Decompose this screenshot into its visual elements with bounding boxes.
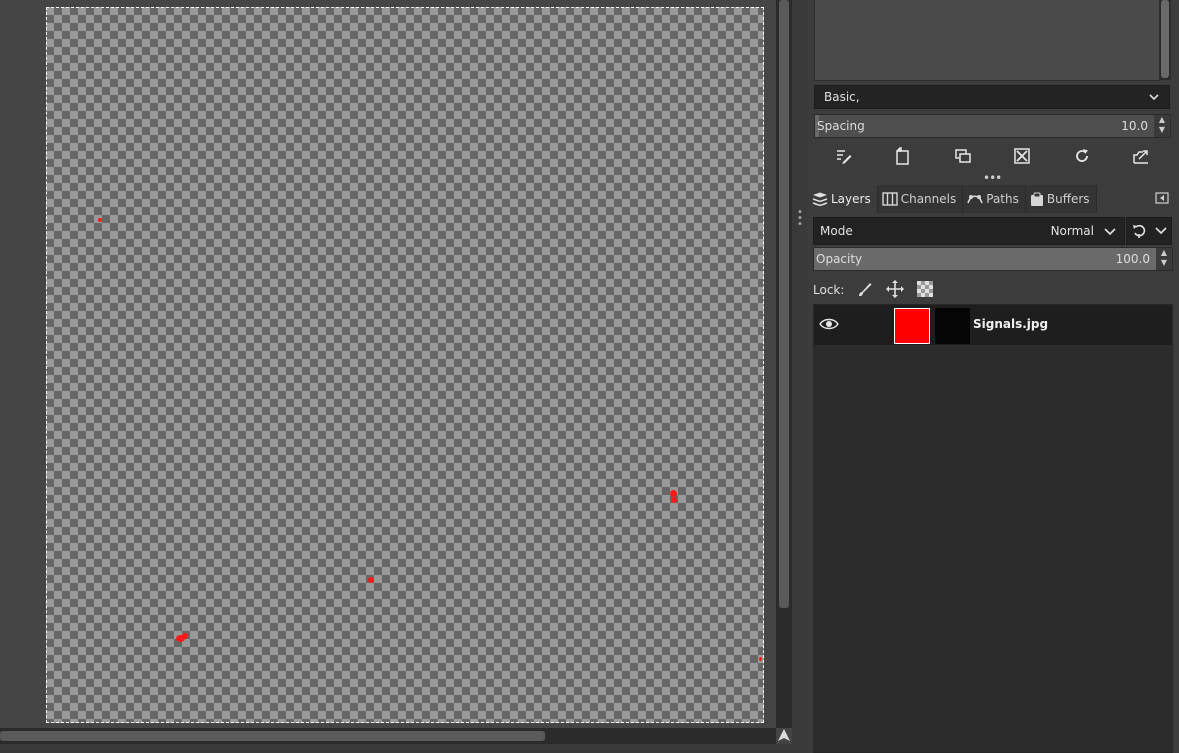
open-brush-as-image-icon[interactable] [1130, 145, 1152, 167]
tab-buffers[interactable]: Buffers [1025, 185, 1097, 213]
canvas-horizontal-scrollbar[interactable] [0, 728, 776, 744]
dock-tabs: Layers Channels Paths Buffers [808, 185, 1097, 213]
new-brush-icon[interactable] [892, 145, 914, 167]
tab-channels[interactable]: Channels [877, 185, 964, 213]
red-signal-dot [368, 577, 374, 583]
layers-icon [812, 192, 828, 206]
chevron-down-icon [1149, 86, 1159, 115]
tab-label: Buffers [1046, 192, 1090, 206]
dock-divider[interactable]: • • • [792, 0, 807, 753]
edit-brush-icon[interactable] [833, 145, 855, 167]
spacing-value: 10.0 [1121, 119, 1148, 133]
tab-menu-icon[interactable] [1155, 191, 1171, 207]
opacity-label: Opacity [816, 252, 863, 266]
refresh-brushes-icon[interactable] [1071, 145, 1093, 167]
tab-label: Paths [986, 192, 1019, 206]
eye-visibility-icon[interactable] [819, 317, 839, 334]
horizontal-scroll-thumb[interactable] [0, 731, 545, 741]
mode-reset-button[interactable] [1126, 217, 1172, 245]
brush-actions-bar [814, 140, 1171, 172]
spin-arrows-icon[interactable]: ▲ ▼ [1154, 115, 1170, 137]
layer-thumbnail[interactable] [894, 308, 930, 344]
canvas-vertical-scrollbar[interactable] [776, 0, 792, 728]
lock-position-icon[interactable] [886, 279, 905, 301]
channels-icon [882, 192, 898, 206]
vertical-scroll-thumb[interactable] [779, 0, 789, 608]
tab-paths[interactable]: Paths [963, 185, 1026, 213]
status-bar [0, 744, 800, 753]
delete-brush-icon[interactable] [1011, 145, 1033, 167]
opacity-value: 100.0 [1115, 252, 1150, 266]
brush-list-scrollbar[interactable] [1159, 0, 1171, 80]
tab-layers[interactable]: Layers [808, 185, 878, 213]
layer-mask-thumbnail[interactable] [935, 308, 970, 344]
reset-icon [1133, 224, 1146, 238]
buffers-icon [1030, 192, 1043, 206]
red-signal-dot [670, 490, 677, 497]
red-signal-dot [759, 657, 762, 661]
lock-label: Lock: [813, 283, 845, 297]
spacing-spinscale[interactable]: Spacing 10.0 ▲ ▼ [814, 114, 1171, 138]
panel-resize-grip-icon[interactable]: ••• [983, 171, 1002, 185]
spin-arrows-icon[interactable]: ▲ ▼ [1156, 248, 1172, 270]
paths-icon [967, 195, 984, 204]
tab-label: Layers [831, 192, 871, 206]
layer-row[interactable]: Signals.jpg [814, 305, 1172, 345]
opacity-spinscale[interactable]: Opacity 100.0 ▲ ▼ [813, 247, 1173, 271]
brush-list-scroll-thumb[interactable] [1161, 0, 1169, 78]
layer-list[interactable]: Signals.jpg [813, 304, 1173, 753]
layer-mode-select[interactable]: Mode Normal [813, 217, 1125, 245]
chevron-down-icon [1155, 227, 1167, 235]
red-signal-dot [182, 633, 188, 639]
brush-list[interactable] [814, 0, 1160, 81]
mode-label: Mode [820, 224, 853, 238]
layer-name[interactable]: Signals.jpg [973, 317, 1048, 331]
image-canvas-area[interactable] [0, 0, 776, 728]
navigate-icon[interactable] [776, 728, 792, 744]
tab-label: Channels [900, 192, 957, 206]
brush-tag-filter[interactable]: Basic, [814, 85, 1170, 109]
right-dock: Basic, Spacing 10.0 ▲ ▼ ••• Layers Chann… [807, 0, 1179, 753]
selection-marching-ants [46, 7, 764, 723]
brush-tag-filter-value: Basic, [824, 90, 860, 104]
lock-pixels-icon[interactable] [856, 280, 874, 301]
image-canvas[interactable] [46, 7, 764, 723]
duplicate-brush-icon[interactable] [952, 145, 974, 167]
lock-row: Lock: [813, 279, 934, 301]
lock-alpha-icon[interactable] [916, 280, 934, 301]
red-signal-dot [98, 218, 102, 222]
red-signal-dot [671, 497, 677, 503]
spacing-label: Spacing [817, 119, 865, 133]
grip-dots-icon[interactable]: • • • [797, 208, 803, 230]
mode-value: Normal [1050, 224, 1094, 238]
